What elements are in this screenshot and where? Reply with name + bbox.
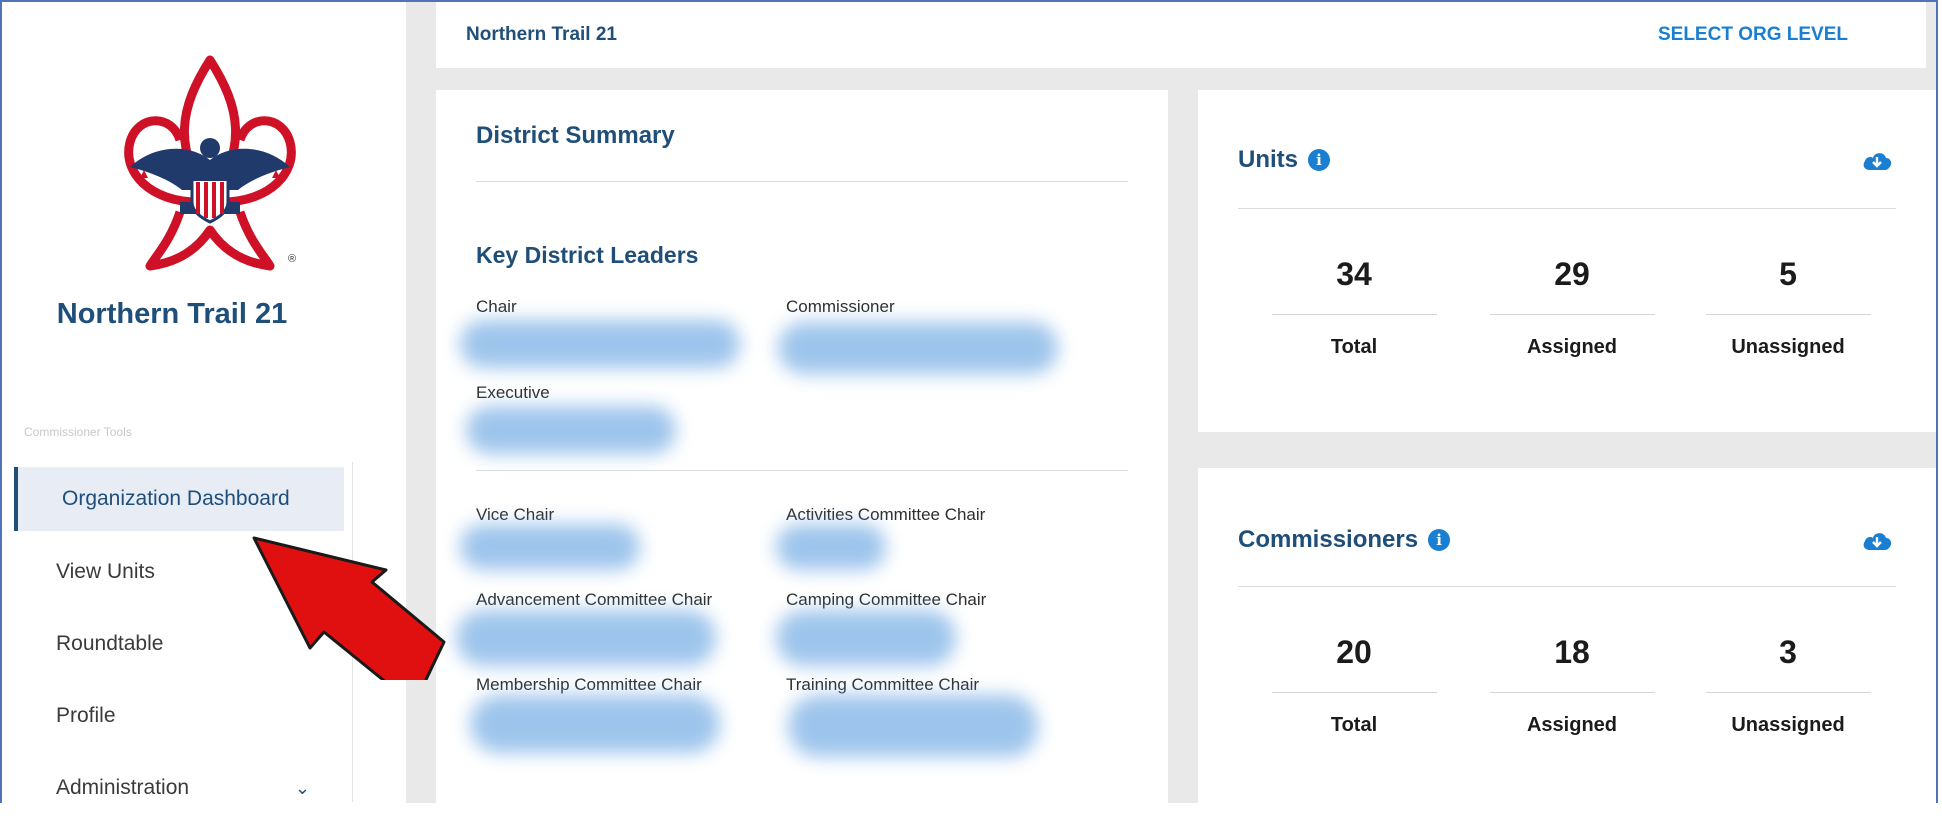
divider [1238,208,1896,209]
cloud-download-icon[interactable] [1862,148,1892,172]
commissioners-unassigned-label: Unassigned [1731,714,1845,736]
commissioners-card: Commissioners i 20 18 3 Total Assigned Un… [1198,468,1936,803]
nav-label: View Units [56,560,155,583]
commissioners-assigned-label: Assigned [1526,714,1618,736]
divider [476,181,1128,182]
svg-text:®: ® [288,253,296,265]
main-content: Northern Trail 21 SELECT ORG LEVEL Distr… [406,2,1936,803]
info-icon[interactable]: i [1308,149,1330,171]
units-total-value: 34 [1336,256,1372,292]
org-name: Northern Trail 21 [56,298,288,330]
org-title: Northern Trail 21 [466,24,617,45]
select-org-level-button[interactable]: SELECT ORG LEVEL [1658,24,1848,46]
role-chair: Chair [476,297,517,316]
units-title-text: Units [1238,146,1298,173]
key-leaders-title: Key District Leaders [476,242,699,268]
units-assigned-label: Assigned [1526,336,1618,358]
nav-label: Administration [56,776,190,799]
role-training-chair: Training Committee Chair [786,675,980,694]
divider [1272,692,1437,693]
top-bar: Northern Trail 21 SELECT ORG LEVEL [436,2,1926,68]
chevron-down-icon: ⌄ [294,778,310,798]
redacted-name [460,320,740,368]
nav-administration[interactable]: Administration ⌄ [14,756,344,820]
info-icon[interactable]: i [1428,529,1451,551]
nav-label: Roundtable [56,632,164,655]
commissioners-total-label: Total [1330,714,1378,736]
units-unassigned-label: Unassigned [1731,336,1845,358]
commissioners-assigned-value: 18 [1554,634,1590,670]
commissioners-unassigned-value: 3 [1779,634,1797,670]
divider [1238,586,1896,587]
units-title: Units i [1238,146,1330,174]
role-membership-chair: Membership Committee Chair [476,675,702,694]
role-advancement-chair: Advancement Committee Chair [476,590,713,609]
commissioners-title-text: Commissioners [1238,526,1419,553]
role-camping-chair: Camping Committee Chair [786,590,987,609]
redacted-name [776,610,956,666]
units-assigned-value: 29 [1554,256,1590,292]
district-summary-title: District Summary [476,122,675,149]
divider [1272,314,1437,315]
redacted-name [776,524,886,570]
redacted-name [460,524,640,570]
cloud-download-icon[interactable] [1862,528,1892,552]
nav-label: Organization Dashboard [62,487,290,510]
sidebar: ® Northern Trail 21 Commissioner Tools O… [2,2,406,803]
units-unassigned-value: 5 [1779,256,1797,292]
redacted-name [778,322,1058,374]
units-card: Units i 34 29 5 Total Assigned Unassigned [1198,90,1936,432]
commissioners-title: Commissioners i [1238,526,1451,554]
redacted-name [470,695,720,753]
commissioners-total-value: 20 [1336,634,1372,670]
divider [1490,692,1655,693]
role-vice-chair: Vice Chair [476,505,555,524]
role-commissioner: Commissioner [786,297,895,316]
redacted-name [456,610,716,666]
district-summary-card: District Summary Key District Leaders Ch… [436,90,1168,803]
divider [1490,314,1655,315]
units-total-label: Total [1330,336,1378,358]
divider [1706,314,1871,315]
divider [1706,692,1871,693]
red-arrow-annotation [252,536,446,680]
nav-label: Profile [56,704,116,727]
bsa-fleur-de-lis-logo: ® [124,55,296,271]
divider [476,470,1128,471]
commissioner-tools-label: Commissioner Tools [24,425,132,439]
role-activities-chair: Activities Committee Chair [786,505,986,524]
redacted-name [466,406,676,454]
role-executive: Executive [476,383,550,402]
redacted-name [788,695,1038,757]
nav-profile[interactable]: Profile [14,684,344,748]
